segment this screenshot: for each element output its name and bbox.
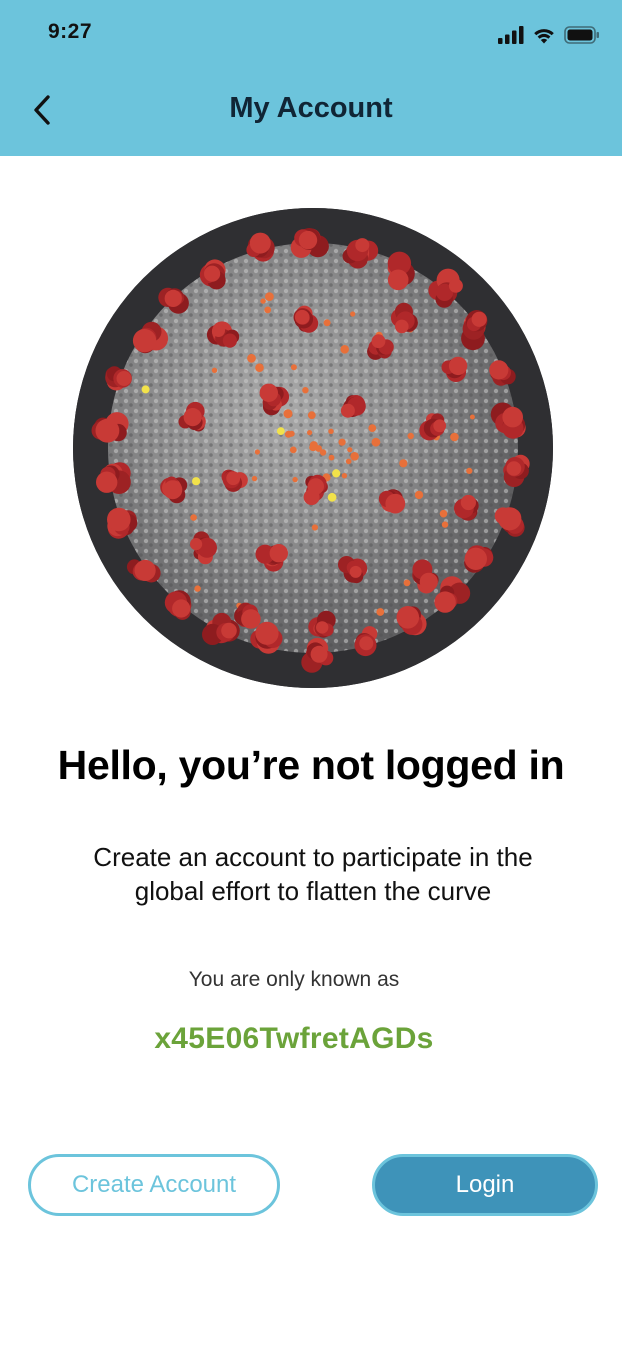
surface-dot	[141, 385, 150, 394]
surface-dot	[265, 292, 274, 301]
anonymous-username: x45E06TwfretAGDs	[154, 1022, 434, 1055]
cellular-signal-icon	[498, 26, 524, 44]
surface-dot	[347, 447, 353, 453]
surface-dot	[251, 475, 258, 482]
create-account-button[interactable]: Create Account	[28, 1154, 280, 1216]
surface-dot	[441, 521, 449, 528]
surface-dot	[328, 454, 335, 461]
surface-dot	[292, 476, 298, 483]
surface-dot	[407, 432, 414, 440]
subtitle-text: Create an account to participate in the …	[93, 842, 533, 906]
surface-dot	[192, 477, 201, 486]
surface-dot	[255, 363, 264, 372]
surface-dot	[340, 345, 350, 354]
surface-dot	[368, 424, 377, 432]
surface-dot	[290, 364, 297, 371]
surface-dot	[194, 585, 201, 592]
surface-dot	[439, 509, 448, 518]
status-time: 9:27	[48, 20, 93, 43]
surface-dot	[289, 446, 297, 454]
surface-dot	[260, 298, 266, 304]
surface-dot	[211, 367, 218, 373]
surface-dot	[350, 311, 356, 317]
surface-dot	[350, 452, 359, 461]
surface-dot	[399, 459, 408, 468]
coronavirus-illustration	[73, 208, 553, 688]
surface-dot	[403, 579, 411, 587]
surface-dot	[264, 306, 272, 314]
surface-dot	[254, 449, 260, 455]
surface-dot	[466, 467, 473, 474]
surface-dot	[311, 524, 318, 531]
greeting-heading: Hello, you’re not logged in	[57, 742, 565, 788]
wifi-icon	[534, 29, 554, 44]
surface-dot	[190, 514, 197, 521]
surface-dot	[319, 449, 327, 456]
battery-icon	[564, 26, 599, 44]
surface-dot	[307, 430, 313, 436]
surface-dot	[450, 432, 459, 442]
surface-dot	[376, 608, 385, 616]
surface-dot	[302, 387, 309, 394]
surface-dot	[327, 492, 337, 502]
surface-dot	[338, 438, 346, 446]
surface-dot	[341, 473, 348, 479]
surface-dot	[283, 409, 293, 419]
login-button[interactable]: Login	[372, 1154, 598, 1216]
surface-dot	[307, 411, 316, 420]
surface-dot	[284, 430, 292, 438]
surface-dot	[328, 428, 334, 434]
known-as-label: You are only known as	[188, 968, 400, 991]
page-title: My Account	[229, 92, 393, 124]
surface-dot	[332, 469, 341, 478]
surface-dot	[310, 444, 317, 452]
surface-dot	[345, 458, 352, 465]
surface-dot	[414, 490, 424, 500]
surface-dot	[247, 353, 256, 363]
app-header: 9:27 My Account	[0, 0, 622, 156]
surface-dot	[371, 437, 381, 447]
status-icons	[498, 24, 600, 46]
surface-dot	[276, 427, 285, 435]
surface-dot	[469, 414, 475, 420]
surface-dot	[323, 319, 331, 327]
